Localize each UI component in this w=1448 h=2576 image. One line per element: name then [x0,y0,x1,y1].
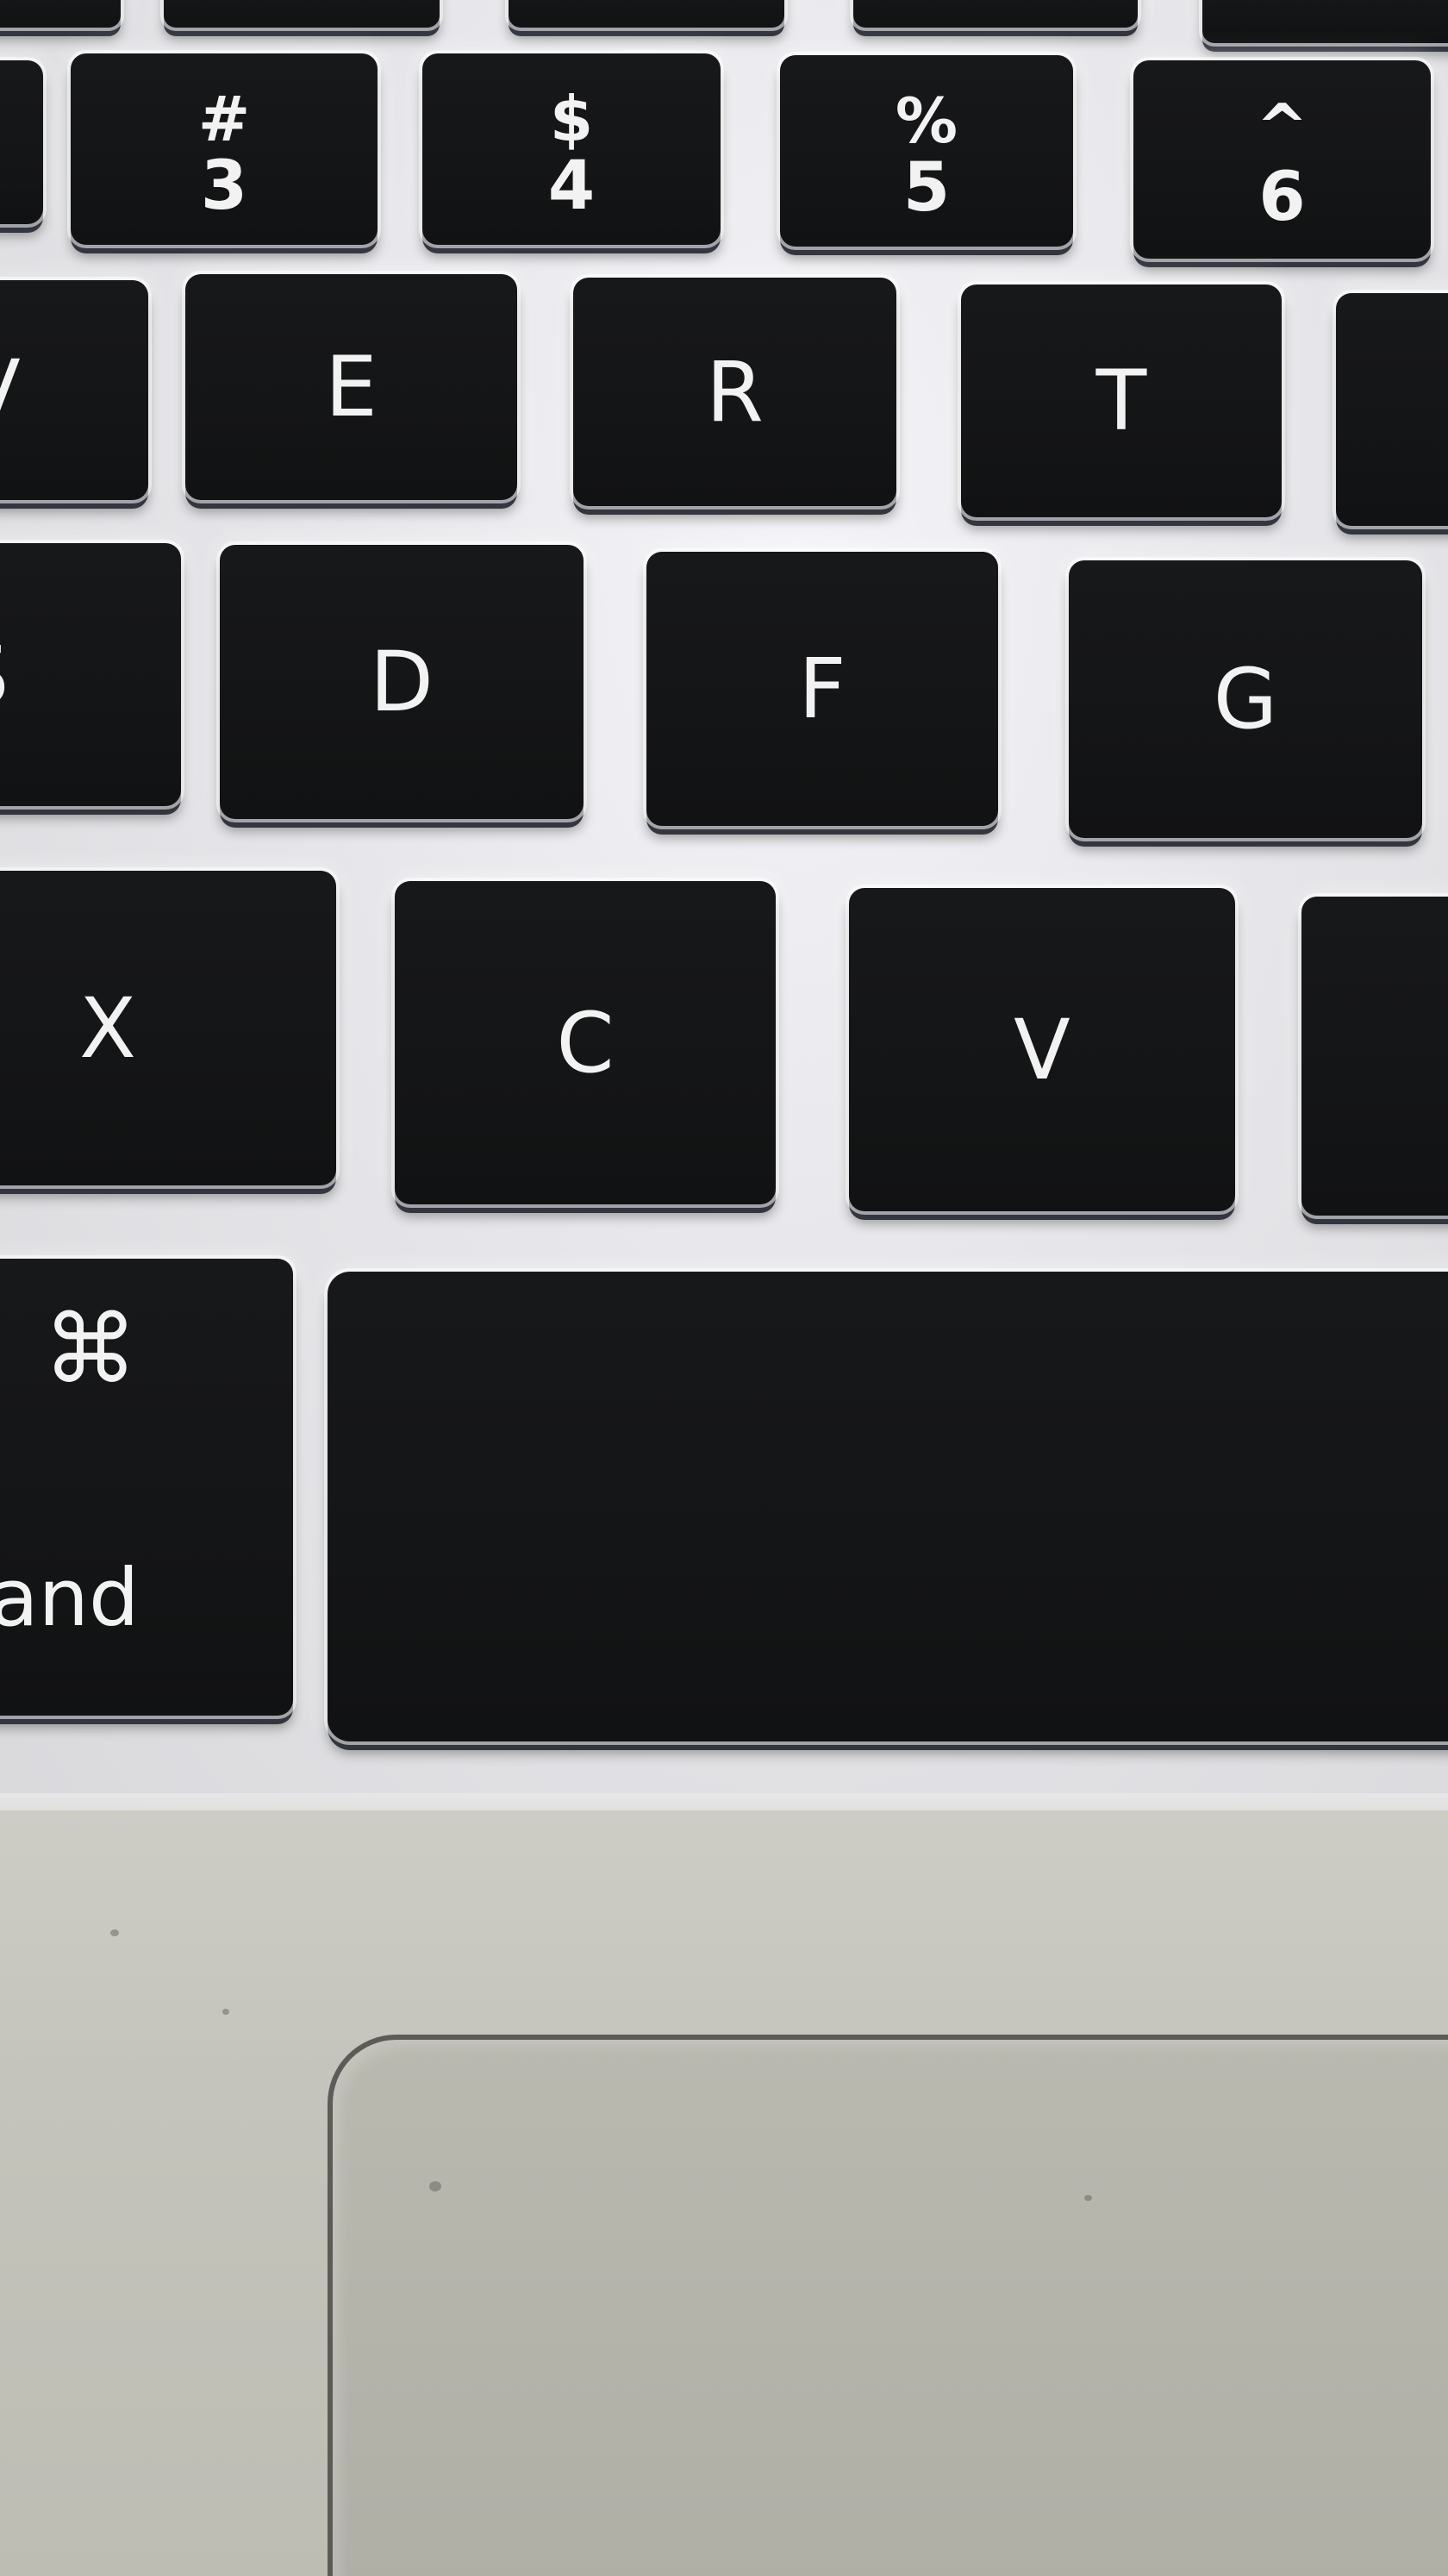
key-5[interactable]: % 5 [780,55,1073,247]
key-6[interactable]: ^ 6 [1133,60,1431,259]
command-icon: ⌘ [43,1294,138,1404]
key-r[interactable]: R [573,278,896,506]
key-d-label: D [370,634,434,730]
trackpad[interactable] [328,2035,1448,2576]
key-6-shift-label: ^ [1256,91,1308,164]
key-s-label: S [0,634,181,716]
spacebar[interactable] [328,1272,1448,1741]
key-4-main-label: 4 [547,147,596,226]
key-f-label: F [798,641,846,737]
key-partial-top-5[interactable] [1202,0,1448,43]
key-c-label: C [556,994,615,1091]
key-3[interactable]: # 3 [71,53,378,245]
key-w-label: V [0,349,148,432]
key-e[interactable]: E [185,274,517,500]
key-4-shift-label: $ [549,82,594,155]
key-partial-top-3[interactable] [509,0,784,28]
key-x-label: X [79,979,136,1077]
key-f[interactable]: F [646,552,998,826]
key-y-partial[interactable] [1336,293,1448,526]
key-6-main-label: 6 [1258,158,1306,236]
key-e-label: E [325,339,378,435]
key-4[interactable]: $ 4 [422,53,721,245]
key-t[interactable]: T [961,284,1282,517]
key-b-partial[interactable] [1301,897,1448,1216]
key-command[interactable]: ⌘ nand [0,1259,293,1716]
key-g[interactable]: G [1069,560,1422,838]
dust-speck [1084,2195,1092,2201]
key-t-label: T [1095,353,1147,449]
key-d[interactable]: D [220,545,584,819]
dust-speck [222,2009,229,2015]
key-v-label: V [1014,1001,1070,1098]
key-3-main-label: 3 [200,147,248,226]
dust-speck [110,1929,119,1936]
key-g-label: G [1213,651,1278,747]
key-v[interactable]: V [849,888,1235,1211]
key-partial-top-4[interactable] [853,0,1138,28]
key-command-label: nand [0,1552,140,1644]
key-partial-2[interactable] [0,60,43,224]
key-s-partial[interactable]: S [0,543,181,806]
key-w-partial[interactable]: V [0,280,148,500]
key-c[interactable]: C [395,881,776,1204]
laptop-keyboard-photo: # 3 $ 4 % 5 ^ 6 V E R T S D F G X C [0,0,1448,2576]
key-r-label: R [706,343,764,441]
dust-speck [429,2181,441,2191]
key-5-main-label: 5 [902,149,951,228]
key-partial-top-2[interactable] [164,0,440,28]
key-x[interactable]: X [0,871,336,1185]
key-3-shift-label: # [197,82,251,155]
key-5-shift-label: % [895,84,958,157]
key-partial-top-1[interactable] [0,0,121,28]
